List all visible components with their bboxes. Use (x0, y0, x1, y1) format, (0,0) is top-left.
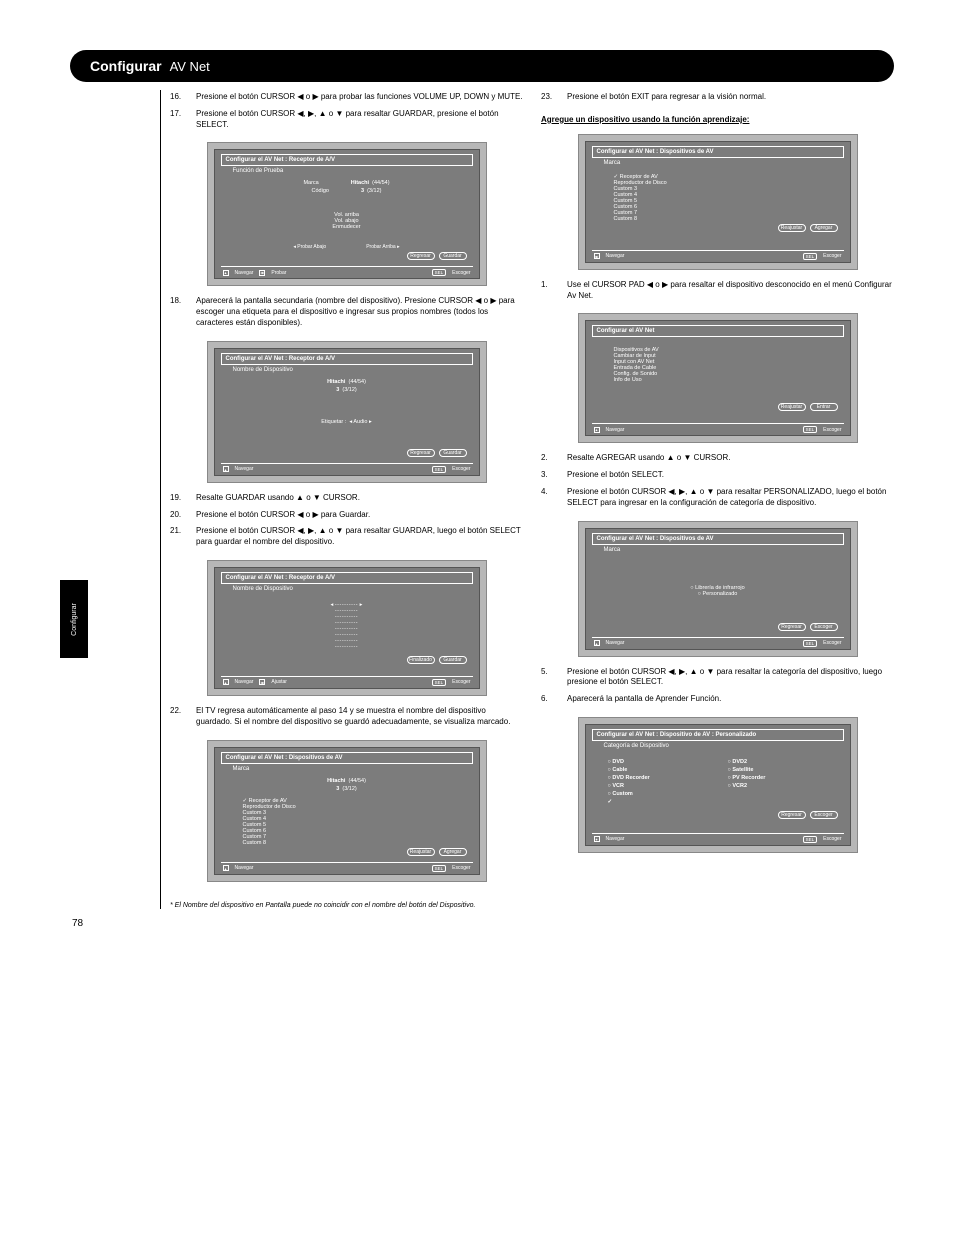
screenshot-3: Configurar el AV Net : Receptor de A/V N… (207, 560, 487, 696)
screenshot-4: Configurar el AV Net : Dispositivos de A… (207, 740, 487, 882)
step-19: 19. Resalte GUARDAR usando ▲ o ▼ CURSOR. (170, 493, 523, 504)
step-r1: 1. Use el CURSOR PAD ◀ o ▶ para resaltar… (541, 280, 894, 302)
step-16: 16. Presione el botón CURSOR ◀ o ▶ para … (170, 92, 523, 103)
screenshot-6: Configurar el AV Net Dispositivos de AV … (578, 313, 858, 443)
step-r5: 5. Presione el botón CURSOR ◀, ▶, ▲ o ▼ … (541, 667, 894, 689)
step-20: 20. Presione el botón CURSOR ◀ o ▶ para … (170, 510, 523, 521)
page-header-bar: Configurar AV Net (70, 50, 894, 82)
left-column: 16. Presione el botón CURSOR ◀ o ▶ para … (170, 92, 523, 892)
page-number: 78 (72, 918, 83, 929)
step-r4: 4. Presione el botón CURSOR ◀, ▶, ▲ o ▼ … (541, 487, 894, 509)
vertical-rule (160, 90, 161, 909)
screenshot-2: Configurar el AV Net : Receptor de A/V N… (207, 341, 487, 483)
step-23: 23. Presione el botón EXIT para regresar… (541, 92, 894, 103)
step-22: 22. El TV regresa automáticamente al pas… (170, 706, 523, 728)
header-subtitle: AV Net (170, 59, 210, 74)
screenshot-8: Configurar el AV Net : Dispositivo de AV… (578, 717, 858, 853)
step-17: 17. Presione el botón CURSOR ◀, ▶, ▲ o ▼… (170, 109, 523, 131)
side-tab: Configurar (60, 580, 88, 658)
screenshot-7: Configurar el AV Net : Dispositivos de A… (578, 521, 858, 657)
step-r2: 2. Resalte AGREGAR usando ▲ o ▼ CURSOR. (541, 453, 894, 464)
header-section: Configurar (90, 58, 162, 74)
screenshot-5: Configurar el AV Net : Dispositivos de A… (578, 134, 858, 270)
step-r6: 6. Aparecerá la pantalla de Aprender Fun… (541, 694, 894, 705)
step-r3: 3. Presione el botón SELECT. (541, 470, 894, 481)
add-device-heading: Agregue un dispositivo usando la función… (541, 115, 894, 124)
step-21: 21. Presione el botón CURSOR ◀, ▶, ▲ o ▼… (170, 526, 523, 548)
screenshot-1: Configurar el AV Net : Receptor de A/V F… (207, 142, 487, 286)
right-column: 23. Presione el botón EXIT para regresar… (541, 92, 894, 892)
footnote: * El Nombre del dispositivo en Pantalla … (170, 902, 894, 909)
step-18: 18. Aparecerá la pantalla secundaria (no… (170, 296, 523, 328)
